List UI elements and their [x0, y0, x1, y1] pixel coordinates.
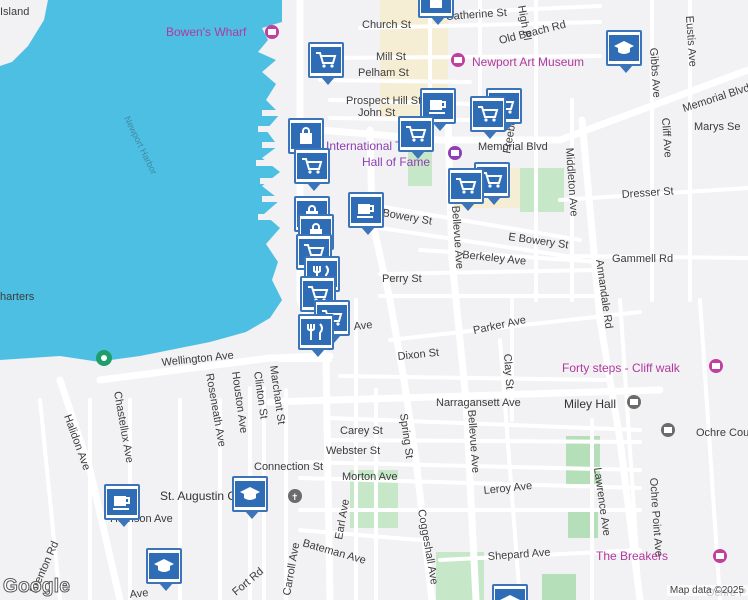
shopping-cart-marker[interactable] — [294, 148, 330, 191]
street-label: John St — [358, 107, 395, 119]
harbor-water — [0, 0, 282, 378]
street-label: Middleton Ave — [563, 147, 580, 217]
svg-text:✝: ✝ — [291, 493, 299, 503]
coffee-icon — [357, 204, 374, 218]
place-label: Miley Hall — [564, 397, 616, 411]
coffee-marker[interactable] — [104, 484, 140, 527]
edge-label: Island — [0, 6, 29, 18]
map-attribution: Map data ©2025 — [666, 585, 748, 596]
shopping-cart-marker[interactable] — [308, 42, 344, 85]
shopping-cart-icon — [478, 106, 499, 122]
street-label: Houston Ave — [229, 371, 250, 434]
street-label: Ochre Point Ave — [647, 477, 665, 557]
coffee-icon — [429, 100, 446, 114]
street-label: Coggeshall Ave — [415, 508, 440, 585]
street-label: Carey St — [340, 425, 383, 437]
street-label: Cliff Ave — [659, 117, 674, 158]
place-label: Bowen's Wharf — [166, 25, 247, 39]
school-marker[interactable] — [232, 476, 268, 519]
edge-label: Ochre Cou — [696, 427, 748, 439]
place-label: The Breakers — [596, 549, 668, 563]
restaurant-marker[interactable] — [298, 314, 334, 357]
street-label: Mill St — [376, 51, 406, 63]
street-label: Dresser St — [621, 185, 674, 201]
street-label: Dixon St — [397, 347, 440, 363]
street-label: Connection St — [254, 461, 323, 473]
street-label: Clay St — [501, 353, 515, 389]
shopping-cart-icon — [482, 172, 503, 188]
map-canvas[interactable]: Island harters Marys Se Ochre Cou Ochre … — [0, 0, 748, 600]
shopping-cart-icon — [316, 52, 337, 68]
shopping-bag-icon — [430, 0, 442, 8]
street-label: Clinton St — [251, 371, 270, 420]
school-marker[interactable] — [606, 30, 642, 73]
school-icon — [500, 595, 520, 600]
street-label: Webster St — [326, 445, 380, 457]
street-label: Berkeley Ave — [462, 249, 527, 268]
school-icon — [240, 487, 260, 500]
restaurant-icon — [307, 323, 323, 340]
street-label: Narragansett Ave — [436, 397, 521, 409]
shore-point — [0, 356, 104, 390]
shopping-bag-icon — [300, 127, 312, 144]
street-label: Pelham St — [358, 67, 409, 79]
edge-label: harters — [0, 291, 35, 303]
google-logo: Google — [2, 576, 71, 598]
coffee-marker[interactable] — [348, 192, 384, 235]
street-label: Parker Ave — [472, 314, 527, 337]
street-label: Ave — [353, 319, 373, 333]
street-label: Prospect Hill St — [346, 95, 421, 107]
street-label: Roseneath Ave — [203, 372, 228, 447]
shopping-cart-marker[interactable] — [398, 116, 434, 159]
coffee-icon — [113, 496, 130, 510]
street-label: Catherine St — [445, 7, 507, 23]
shopping-cart-marker[interactable] — [448, 168, 484, 211]
shopping-cart-marker[interactable] — [470, 96, 506, 139]
street-label: Shepard Ave — [487, 547, 550, 563]
school-marker[interactable] — [146, 548, 182, 591]
school-icon — [154, 559, 174, 572]
park — [520, 168, 564, 212]
street-label: Ave — [129, 587, 149, 600]
edge-label: Marys Se — [694, 121, 740, 133]
street-label: Church St — [362, 19, 411, 31]
park — [542, 574, 576, 600]
school-marker[interactable] — [492, 584, 528, 600]
shopping-cart-icon — [406, 126, 427, 142]
street-label: Gibbs Ave — [647, 47, 662, 98]
street-label: Gammell Rd — [612, 253, 673, 265]
place-label: Newport Art Museum — [472, 55, 584, 69]
street-label: Eustis Ave — [683, 15, 699, 67]
street-label: Morton Ave — [342, 471, 397, 483]
place-label: Forty steps - Cliff walk — [562, 361, 681, 375]
shopping-bag-marker[interactable] — [418, 0, 454, 25]
shopping-cart-icon — [302, 158, 323, 174]
shopping-cart-icon — [456, 178, 477, 194]
school-icon — [614, 41, 634, 54]
street-label: Perry St — [382, 273, 422, 285]
